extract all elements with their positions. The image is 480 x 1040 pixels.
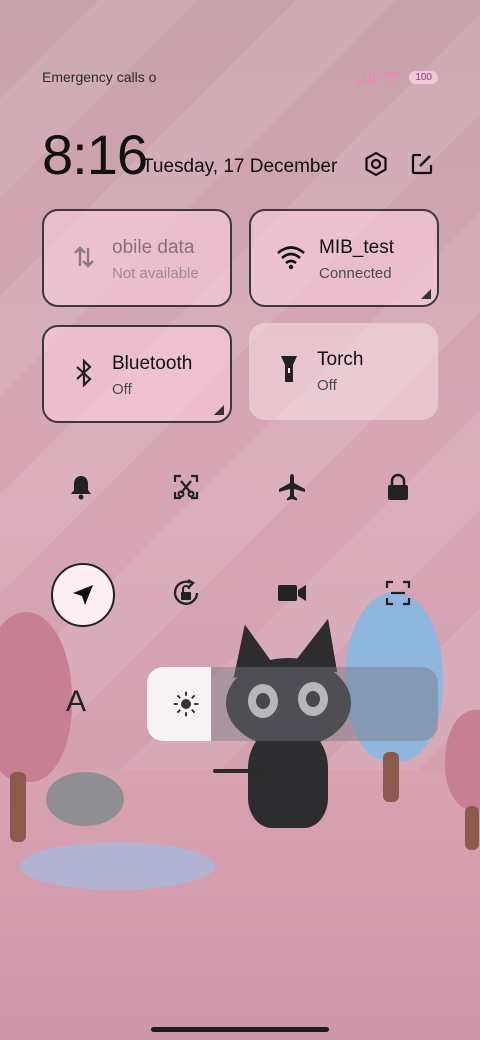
tile-mobile-data[interactable]: obile data Not available bbox=[42, 209, 232, 307]
mobile-data-subtitle: Not available bbox=[112, 265, 199, 282]
gear-icon bbox=[365, 151, 387, 177]
battery-indicator: 100 bbox=[409, 70, 438, 84]
rotation-lock-icon bbox=[173, 578, 199, 605]
expand-corner-icon bbox=[214, 405, 224, 415]
screenshot-toggle[interactable] bbox=[166, 467, 206, 507]
signal-icon bbox=[358, 71, 376, 84]
font-size-button[interactable]: A bbox=[66, 685, 86, 719]
airplane-toggle[interactable] bbox=[272, 467, 312, 507]
video-record-icon bbox=[278, 585, 306, 601]
bluetooth-icon bbox=[68, 357, 100, 389]
screen-record-toggle[interactable] bbox=[272, 573, 312, 613]
location-toggle[interactable] bbox=[51, 563, 115, 627]
mobile-data-title: obile data bbox=[112, 237, 195, 258]
wallpaper-puddle bbox=[20, 842, 215, 890]
scan-icon bbox=[385, 580, 411, 606]
settings-button[interactable] bbox=[362, 150, 390, 178]
home-indicator[interactable] bbox=[151, 1027, 329, 1032]
wifi-icon bbox=[275, 241, 307, 273]
tile-bluetooth[interactable]: Bluetooth Off bbox=[42, 325, 232, 423]
wifi-title: MIB_test bbox=[319, 237, 394, 258]
scanner-toggle[interactable] bbox=[378, 573, 418, 613]
torch-title: Torch bbox=[317, 349, 364, 370]
panel-drag-handle[interactable] bbox=[213, 769, 267, 773]
bell-icon bbox=[71, 476, 91, 500]
edit-icon bbox=[411, 153, 433, 175]
wallpaper-tree-far-right bbox=[445, 710, 480, 850]
screenshot-icon bbox=[173, 474, 199, 500]
torch-icon bbox=[273, 353, 305, 385]
location-icon bbox=[73, 585, 93, 605]
silent-toggle[interactable] bbox=[61, 467, 101, 507]
carrier-text: Emergency calls o bbox=[42, 69, 157, 85]
tile-torch[interactable]: Torch Off bbox=[249, 323, 438, 420]
lock-screen-toggle[interactable] bbox=[378, 467, 418, 507]
clock: 8:16 bbox=[42, 123, 148, 186]
rotation-lock-toggle[interactable] bbox=[166, 573, 206, 613]
torch-subtitle: Off bbox=[317, 377, 337, 394]
brightness-slider[interactable] bbox=[147, 667, 438, 741]
wallpaper-rock bbox=[46, 772, 124, 826]
date: Tuesday, 17 December bbox=[142, 156, 338, 177]
airplane-icon bbox=[279, 474, 305, 501]
bluetooth-title: Bluetooth bbox=[112, 353, 193, 374]
status-bar: Emergency calls o 100 bbox=[42, 68, 438, 86]
tile-wifi[interactable]: MIB_test Connected bbox=[249, 209, 439, 307]
wifi-subtitle: Connected bbox=[319, 265, 392, 282]
status-icons: 100 bbox=[357, 70, 438, 84]
wifi-status-icon bbox=[383, 71, 401, 84]
sun-icon bbox=[173, 691, 199, 717]
bluetooth-subtitle: Off bbox=[112, 381, 132, 398]
expand-corner-icon bbox=[421, 289, 431, 299]
edit-button[interactable] bbox=[408, 150, 436, 178]
mobile-data-icon bbox=[68, 241, 100, 273]
lock-icon bbox=[388, 473, 408, 500]
